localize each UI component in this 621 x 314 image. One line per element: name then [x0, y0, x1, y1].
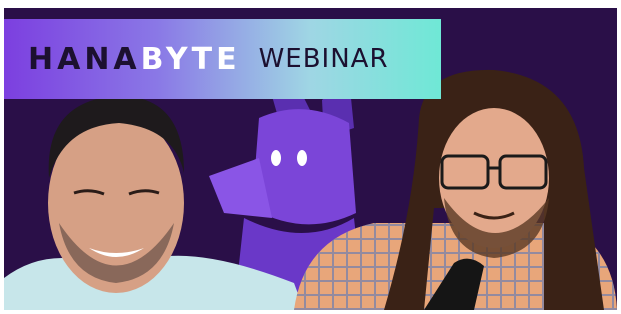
webinar-banner: HANA BYTE WEBINAR: [4, 19, 441, 99]
banner-subtitle: WEBINAR: [258, 44, 389, 74]
brand-logo: HANA BYTE: [28, 42, 241, 77]
brand-name-part2: BYTE: [140, 41, 241, 77]
brand-name-part1: HANA: [28, 41, 141, 77]
webinar-thumbnail: HANA BYTE WEBINAR: [4, 8, 617, 310]
